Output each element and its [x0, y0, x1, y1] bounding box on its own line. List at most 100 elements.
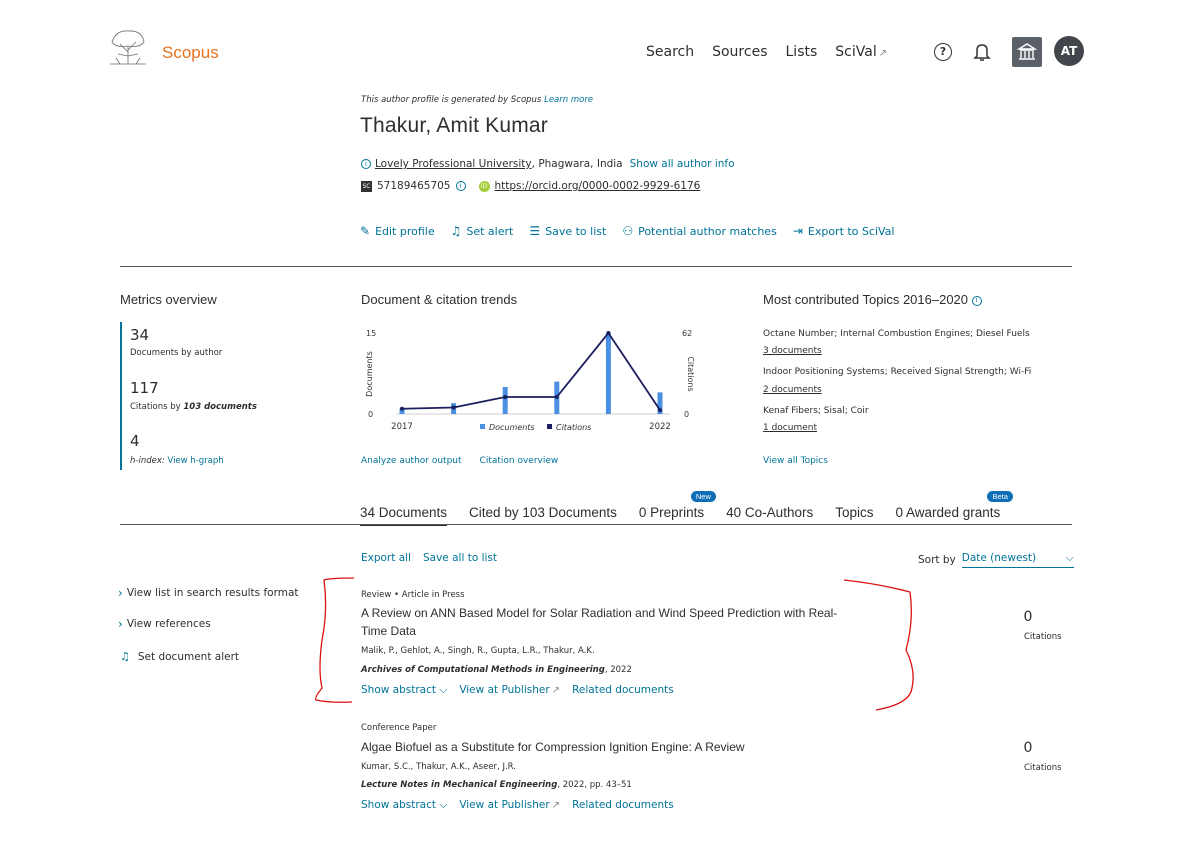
scopus-id-icon: SC [361, 180, 372, 192]
metrics-title: Metrics overview [120, 292, 217, 307]
info-icon[interactable]: i [455, 181, 466, 191]
tab-documents[interactable]: 34 Documents [360, 505, 448, 526]
related-documents-link[interactable]: Related documents [572, 799, 674, 812]
list-actions: Export all Save all to list [361, 552, 497, 564]
citations-documents-link[interactable]: 103 documents [183, 402, 257, 412]
tab-preprints[interactable]: 0 Preprints New [638, 491, 716, 526]
citations-point [503, 395, 508, 400]
view-at-publisher-link[interactable]: View at Publisher ↗ [459, 799, 560, 812]
tab-co-authors[interactable]: 40 Co-Authors [726, 505, 813, 526]
export-to-scival-label: Export to SciVal [807, 224, 895, 238]
citations-line [401, 331, 661, 411]
tab-topics-label: Topics [835, 505, 874, 520]
author-name: Thakur, Amit Kumar [360, 114, 548, 137]
document-title-link[interactable]: Algae Biofuel as a Substitute for Compre… [361, 738, 851, 756]
citation-count-label: Citations [1024, 632, 1062, 642]
view-publisher-label: View at Publisher [459, 799, 550, 811]
set-alert-button[interactable]: ♫ Set alert [451, 224, 514, 238]
elsevier-logo-icon[interactable] [106, 28, 150, 66]
red-annotation-bracket [314, 577, 914, 711]
citations-point [554, 395, 559, 400]
h-index-label: h-index: [130, 456, 165, 466]
nav-lists[interactable]: Lists [786, 44, 818, 60]
info-icon[interactable]: i [971, 295, 982, 306]
nav-scival-label: SciVal [835, 44, 877, 60]
citations-point [400, 406, 404, 411]
legend-citations-swatch [547, 424, 552, 429]
document-links: Show abstract ⌵ View at Publisher ↗ Relat… [361, 799, 674, 812]
analyze-author-output-link[interactable]: Analyze author output [361, 456, 462, 466]
people-icon: ⚇ [622, 224, 634, 238]
nav-search[interactable]: Search [646, 44, 694, 60]
documents-count-label: Documents by author [130, 348, 223, 358]
learn-more-link[interactable]: Learn more [544, 95, 593, 105]
document-tabs: 34 Documents Cited by 103 Documents 0 Pr… [360, 491, 1013, 526]
potential-author-matches-button[interactable]: ⚇ Potential author matches [622, 224, 777, 238]
affiliation-link[interactable]: Lovely Professional University [375, 158, 532, 170]
citations-count-label: Citations by 103 documents [130, 402, 257, 412]
sort-value: Date (newest) [961, 552, 1037, 564]
set-document-alert-label: Set document alert [137, 650, 240, 663]
topic-documents-link[interactable]: 3 documents [763, 346, 822, 356]
view-h-graph-link[interactable]: View h-graph [167, 456, 223, 466]
tab-topics[interactable]: Topics [835, 505, 873, 526]
save-to-list-label: Save to list [545, 224, 607, 238]
export-all-link[interactable]: Export all [361, 552, 411, 564]
citation-count[interactable]: 0 [1008, 740, 1048, 756]
view-list-label: View list in search results format [126, 587, 299, 599]
save-to-list-button[interactable]: ☰ Save to list [529, 224, 606, 238]
x-tick-label: 2017 [391, 422, 413, 432]
generated-note-text: This author profile is generated by Scop… [361, 95, 542, 105]
external-link-icon: ↗ [551, 800, 561, 811]
nav-sources[interactable]: Sources [712, 44, 767, 60]
citation-count[interactable]: 0 [1008, 609, 1048, 625]
institution-icon [1016, 43, 1038, 60]
topics-title: Most contributed Topics 2016–2020 i [763, 292, 982, 307]
new-badge: New [690, 491, 716, 502]
right-axis-tick: 0 [684, 410, 689, 419]
orcid-link[interactable]: https://orcid.org/0000-0002-9929-6176 [495, 180, 701, 192]
sort-select[interactable]: Date (newest) ⌵ [961, 552, 1074, 568]
tab-documents-label: 34 Documents [360, 505, 448, 520]
save-all-to-list-link[interactable]: Save all to list [423, 552, 497, 564]
view-all-topics-link[interactable]: View all Topics [763, 456, 828, 466]
document-type: Conference Paper [361, 723, 437, 733]
tab-cited-by[interactable]: Cited by 103 Documents [469, 505, 617, 526]
chart-links: Analyze author output Citation overview [361, 456, 558, 466]
citations-point [606, 331, 611, 335]
bell-icon: ♫ [120, 650, 130, 663]
view-references-label: View references [126, 618, 211, 630]
right-axis-tick: 62 [682, 329, 692, 338]
help-icon[interactable]: ? [934, 43, 952, 61]
export-to-scival-button[interactable]: ⇥ Export to SciVal [793, 224, 895, 238]
show-abstract-button[interactable]: Show abstract ⌵ [361, 799, 447, 812]
topic-documents-link[interactable]: 1 document [763, 423, 817, 433]
institution-button[interactable] [1012, 37, 1042, 67]
tab-preprints-label: 0 Preprints [638, 505, 705, 520]
info-icon[interactable]: i [361, 159, 371, 169]
view-references-link[interactable]: › View references [118, 617, 211, 631]
user-avatar[interactable]: AT [1054, 36, 1084, 66]
citation-overview-link[interactable]: Citation overview [480, 456, 559, 466]
profile-actions: ✎ Edit profile ♫ Set alert ☰ Save to list ⚇… [360, 224, 894, 238]
show-all-author-info-link[interactable]: Show all author info [630, 158, 735, 170]
scopus-brand[interactable]: Scopus [162, 43, 219, 63]
tab-awarded-grants-label: 0 Awarded grants [895, 505, 1001, 520]
tab-co-authors-label: 40 Co-Authors [726, 505, 814, 520]
tab-awarded-grants[interactable]: 0 Awarded grants Beta [895, 491, 1013, 526]
view-list-search-format-link[interactable]: › View list in search results format [118, 586, 299, 600]
source-title[interactable]: Lecture Notes in Mechanical Engineering [361, 780, 557, 790]
topic-documents-link[interactable]: 2 documents [763, 385, 822, 395]
notifications-bell-icon[interactable] [973, 42, 991, 62]
documents-bar [605, 333, 611, 414]
set-document-alert-link[interactable]: ♫ Set document alert [120, 650, 239, 663]
divider [120, 266, 1072, 267]
topics-title-text: Most contributed Topics 2016–2020 [763, 292, 969, 307]
potential-author-matches-label: Potential author matches [638, 224, 777, 238]
documents-count: 34 [130, 326, 150, 344]
external-link-icon: ↗ [878, 48, 888, 59]
sort-label: Sort by [918, 554, 956, 566]
chevron-right-icon: › [118, 586, 123, 600]
edit-profile-button[interactable]: ✎ Edit profile [360, 224, 435, 238]
nav-scival[interactable]: SciVal ↗ [835, 44, 887, 60]
